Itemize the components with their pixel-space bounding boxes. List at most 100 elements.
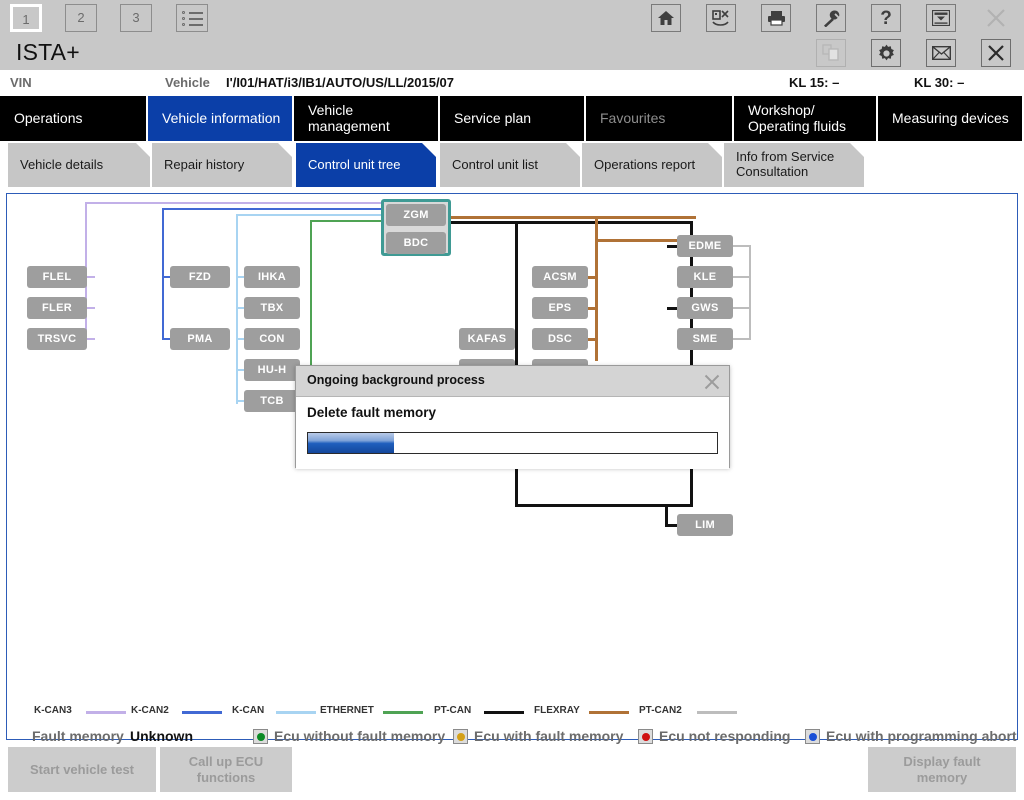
ecu-node-sme[interactable]: SME	[677, 328, 733, 350]
vin-label: VIN	[10, 75, 32, 90]
wire-kcan3	[85, 202, 385, 204]
ecu-node-acsm[interactable]: ACSM	[532, 266, 588, 288]
vehicle-identification-icon[interactable]	[706, 4, 736, 32]
ecu-node-label: CON	[259, 333, 285, 345]
ecu-node-label: TCB	[260, 395, 284, 407]
session-list-icon[interactable]	[176, 4, 208, 32]
wire-ptcan2-b1	[733, 245, 749, 247]
kl15-status: KL 15: –	[789, 75, 840, 90]
status-swatch-ecu-with-programming-abort	[805, 729, 820, 744]
bus-legend-label-flexray: FLEXRAY	[534, 705, 580, 716]
ecu-node-label: TBX	[260, 302, 284, 314]
vehicle-value: I'/I01/HAT/i3/IB1/AUTO/US/LL/2015/07	[226, 75, 455, 90]
footer-button-bar: Start vehicle test Call up ECU functions Di…	[0, 747, 1024, 800]
ecu-node-kafas[interactable]: KAFAS	[459, 328, 515, 350]
close-session-icon	[981, 4, 1011, 32]
sub-tab-label: Info from Service Consultation	[736, 149, 835, 179]
status-label-ecu-not-responding: Ecu not responding	[659, 728, 791, 744]
bus-legend-swatch-flexray	[589, 711, 629, 714]
sub-tab-info-from-service-consultation[interactable]: Info from Service Consultation	[724, 143, 864, 187]
ecu-node-fler[interactable]: FLER	[27, 297, 87, 319]
close-icon[interactable]	[700, 370, 724, 393]
gear-icon[interactable]	[871, 39, 901, 67]
bus-legend-label-k-can3: K-CAN3	[34, 705, 72, 716]
sub-tab-operations-report[interactable]: Operations report	[582, 143, 722, 187]
copy-icon	[816, 39, 846, 67]
wire-ethernet-v	[310, 220, 312, 365]
footer-button-label: Call up ECU functions	[188, 753, 264, 785]
wire-flexray-h2	[595, 239, 680, 242]
ecu-node-gws[interactable]: GWS	[677, 297, 733, 319]
ecu-node-ihka[interactable]: IHKA	[244, 266, 300, 288]
print-icon[interactable]	[761, 4, 791, 32]
wire-ptcan-main	[451, 221, 693, 224]
sub-tab-vehicle-details[interactable]: Vehicle details	[8, 143, 150, 187]
main-navigation: Operations Vehicle information Vehicle mana…	[0, 96, 1024, 141]
dialog-title: Ongoing background process	[307, 373, 485, 387]
main-tab-workshop-operating-fluids[interactable]: Workshop/Operating fluids	[734, 96, 878, 141]
bus-legend-swatch-k-can3	[86, 711, 126, 714]
main-tab-vehicle-information[interactable]: Vehicle information	[148, 96, 294, 141]
ecu-node-pma[interactable]: PMA	[170, 328, 230, 350]
ecu-node-con[interactable]: CON	[244, 328, 300, 350]
session-tab-1[interactable]: 1	[10, 4, 42, 32]
sub-tab-label: Control unit list	[452, 156, 538, 172]
bus-legend-swatch-pt-can	[484, 711, 524, 714]
vehicle-label: Vehicle	[165, 75, 210, 90]
close-icon[interactable]	[981, 39, 1011, 67]
bus-legend-label-pt-can: PT-CAN	[434, 705, 472, 716]
ecu-node-fzd[interactable]: FZD	[170, 266, 230, 288]
main-tab-vehicle-management[interactable]: Vehicle management	[294, 96, 440, 141]
dialog-message: Delete fault memory	[307, 405, 437, 420]
main-tab-service-plan[interactable]: Service plan	[440, 96, 586, 141]
ecu-node-dsc[interactable]: DSC	[532, 328, 588, 350]
mail-icon[interactable]	[926, 39, 956, 67]
ecu-node-label: DSC	[547, 333, 573, 345]
fault-memory-value: Unknown	[130, 728, 193, 744]
wire-ptcan2-b2	[733, 276, 749, 278]
wire-kcan2	[162, 208, 385, 210]
sub-tab-label: Vehicle details	[20, 156, 104, 172]
ecu-node-lim[interactable]: LIM	[677, 514, 733, 536]
ecu-node-tbx[interactable]: TBX	[244, 297, 300, 319]
wire-ptcan2-b4	[733, 338, 749, 340]
app-title: ISTA+	[16, 39, 80, 65]
ecu-node-label: BDC	[403, 237, 429, 249]
sub-tab-repair-history[interactable]: Repair history	[152, 143, 292, 187]
sub-tab-label: Repair history	[164, 156, 245, 172]
main-tab-label: Measuring devices	[892, 109, 1009, 126]
help-icon[interactable]: ?	[871, 4, 901, 32]
collapse-icon[interactable]	[926, 4, 956, 32]
ecu-node-edme[interactable]: EDME	[677, 235, 733, 257]
session-tab-2[interactable]: 2	[65, 4, 97, 32]
ecu-node-label: PMA	[187, 333, 213, 345]
progress-bar	[307, 432, 718, 454]
main-tab-favourites[interactable]: Favourites	[586, 96, 734, 141]
main-tab-measuring-devices[interactable]: Measuring devices	[878, 96, 1024, 141]
ecu-node-hu-h[interactable]: HU-H	[244, 359, 300, 381]
sub-tab-control-unit-list[interactable]: Control unit list	[440, 143, 580, 187]
ecu-node-label: GWS	[691, 302, 719, 314]
status-swatch-ecu-not-responding	[638, 729, 653, 744]
sub-tab-control-unit-tree[interactable]: Control unit tree	[296, 143, 436, 187]
wire-kcan2-v	[162, 208, 164, 339]
ecu-node-zgm[interactable]: ZGM	[386, 204, 446, 226]
ecu-node-flel[interactable]: FLEL	[27, 266, 87, 288]
ecu-node-trsvc[interactable]: TRSVC	[27, 328, 87, 350]
fault-memory-label: Fault memory	[32, 728, 124, 744]
footer-button-display-fault-memory: Display fault memory	[868, 747, 1016, 792]
wire-ptcan2-v	[749, 245, 751, 340]
ecu-node-tcb[interactable]: TCB	[244, 390, 300, 412]
status-label-ecu-with-fault-memory: Ecu with fault memory	[474, 728, 624, 744]
home-icon[interactable]	[651, 4, 681, 32]
ecu-node-label: IHKA	[257, 271, 287, 283]
ecu-node-label: FLER	[42, 302, 72, 314]
wrench-icon[interactable]	[816, 4, 846, 32]
ecu-node-kle[interactable]: KLE	[677, 266, 733, 288]
session-tab-3[interactable]: 3	[120, 4, 152, 32]
ecu-node-eps[interactable]: EPS	[532, 297, 588, 319]
main-tab-operations[interactable]: Operations	[0, 96, 148, 141]
main-tab-label: Service plan	[454, 109, 532, 126]
ecu-node-bdc[interactable]: BDC	[386, 232, 446, 254]
main-tab-label: Operations	[14, 109, 83, 126]
